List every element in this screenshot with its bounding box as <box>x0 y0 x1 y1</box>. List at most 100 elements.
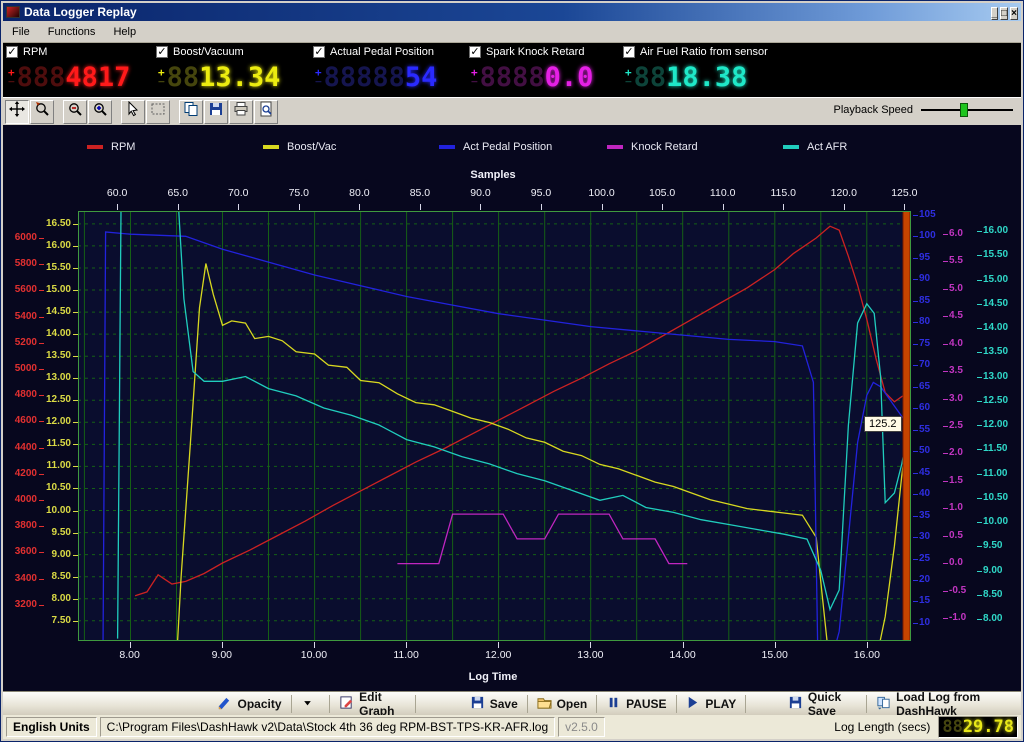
top-axis-tick <box>662 204 663 210</box>
boost-axis-tick <box>73 400 78 401</box>
boost-axis-label: 10.50 <box>41 482 71 493</box>
legend-swatch <box>783 145 799 149</box>
boost-axis-label: 16.00 <box>41 240 71 251</box>
zoom-out-icon <box>67 101 83 122</box>
pedal-axis-label: 95 <box>919 252 941 263</box>
separator <box>676 695 677 713</box>
pedal-axis-tick <box>913 623 918 624</box>
channel-afr-label: Air Fuel Ratio from sensor <box>640 46 768 58</box>
legend-item-knock-retard: Knock Retard <box>607 141 698 153</box>
play-button-label: PLAY <box>705 697 736 711</box>
select-icon <box>150 101 166 122</box>
open-button[interactable]: Open <box>530 694 595 714</box>
channel-pedal-checkbox[interactable]: ✓ <box>313 46 325 58</box>
quick-save-button[interactable]: Quick Save <box>781 694 864 714</box>
channel-knock-checkbox[interactable]: ✓ <box>469 46 481 58</box>
boost-axis-tick <box>73 621 78 622</box>
pause-button[interactable]: PAUSE <box>599 694 673 714</box>
chart-panel: RPMBoost/VacAct Pedal PositionKnock Reta… <box>3 125 1021 691</box>
top-axis-tick <box>541 204 542 210</box>
pedal-axis-tick <box>913 601 918 602</box>
zoom-out-tool-button[interactable] <box>63 100 87 124</box>
select-tool-button[interactable] <box>146 100 170 124</box>
boost-axis-label: 7.50 <box>41 615 71 626</box>
zoom-dynamic-icon <box>34 101 50 122</box>
boost-axis-tick <box>73 224 78 225</box>
rpm-axis-label: 3800 <box>5 520 37 531</box>
boost-axis-tick <box>73 577 78 578</box>
boost-axis-label: 10.00 <box>41 505 71 516</box>
slider-thumb[interactable] <box>960 103 968 117</box>
opacity-dropdown-button[interactable] <box>293 694 327 714</box>
channel-afr-checkbox[interactable]: ✓ <box>623 46 635 58</box>
edit-graph-button[interactable]: Edit Graph <box>332 694 413 714</box>
knock-axis-tick <box>943 399 948 400</box>
boost-axis-tick <box>73 511 78 512</box>
legend-label: RPM <box>111 141 135 153</box>
pedal-axis-tick <box>913 387 918 388</box>
knock-axis-label: 2.5 <box>949 420 973 431</box>
plot-canvas[interactable] <box>78 211 911 641</box>
menu-help[interactable]: Help <box>104 23 145 41</box>
pan-tool-button[interactable] <box>5 100 29 124</box>
channel-rpm-checkbox[interactable]: ✓ <box>6 46 18 58</box>
top-axis-tick-label: 95.0 <box>523 187 559 199</box>
menu-file[interactable]: File <box>3 23 39 41</box>
pointer-tool-button[interactable] <box>121 100 145 124</box>
zoom-dynamic-tool-button[interactable] <box>30 100 54 124</box>
opacity-button-label: Opacity <box>237 697 281 711</box>
sign-indicator: +− <box>8 68 15 86</box>
zoom-in-tool-button[interactable] <box>88 100 112 124</box>
boost-axis-tick <box>73 268 78 269</box>
legend-label: Knock Retard <box>631 141 698 153</box>
sign-indicator: +− <box>315 68 322 86</box>
playback-speed-slider[interactable] <box>921 101 1013 119</box>
knock-axis-tick <box>943 234 948 235</box>
legend-swatch <box>263 145 279 149</box>
minimize-button[interactable]: _ <box>991 7 999 20</box>
status-bar: English Units C:\Program Files\DashHawk … <box>3 715 1021 739</box>
menu-functions[interactable]: Functions <box>39 23 105 41</box>
top-axis-tick <box>117 204 118 210</box>
opacity-button[interactable]: Opacity <box>210 694 288 714</box>
boost-axis-label: 11.50 <box>41 438 71 449</box>
bottom-axis-tick-label: 15.00 <box>757 649 793 661</box>
pedal-axis-label: 55 <box>919 424 941 435</box>
top-axis-tick <box>904 204 905 210</box>
knock-axis-tick <box>943 344 948 345</box>
dropdown-icon <box>300 695 320 713</box>
boost-axis-label: 15.50 <box>41 262 71 273</box>
rpm-axis-label: 4800 <box>5 389 37 400</box>
copy-tool-button[interactable] <box>179 100 203 124</box>
boost-axis-label: 16.50 <box>41 218 71 229</box>
legend-label: Act Pedal Position <box>463 141 552 153</box>
legend-swatch <box>87 145 103 149</box>
knock-axis-label: -1.0 <box>949 612 973 623</box>
bottom-axis-tick <box>867 642 868 648</box>
afr-axis-tick <box>977 449 982 450</box>
afr-axis-tick <box>977 352 982 353</box>
print-tool-button[interactable] <box>229 100 253 124</box>
top-axis-tick <box>602 204 603 210</box>
boost-axis-label: 13.50 <box>41 350 71 361</box>
pedal-axis-label: 35 <box>919 510 941 521</box>
maximize-button[interactable]: □ <box>1000 7 1008 20</box>
afr-axis-label: 11.50 <box>983 443 1017 454</box>
close-button[interactable]: × <box>1010 7 1018 20</box>
save-button[interactable]: Save <box>463 694 525 714</box>
afr-axis-tick <box>977 231 982 232</box>
save-tool-button[interactable] <box>204 100 228 124</box>
load-log-button[interactable]: Load Log from DashHawk <box>869 694 1021 714</box>
play-button[interactable]: PLAY <box>678 694 743 714</box>
afr-axis-tick <box>977 522 982 523</box>
boost-axis-label: 14.50 <box>41 306 71 317</box>
pedal-axis-tick <box>913 408 918 409</box>
pedal-axis-tick <box>913 344 918 345</box>
preview-tool-button[interactable] <box>254 100 278 124</box>
afr-axis-tick <box>977 304 982 305</box>
channel-boost-checkbox[interactable]: ✓ <box>156 46 168 58</box>
top-axis-tick <box>238 204 239 210</box>
toolbar: Playback Speed <box>3 97 1021 125</box>
rpm-axis-label: 5400 <box>5 311 37 322</box>
channel-knock-label: Spark Knock Retard <box>486 46 584 58</box>
